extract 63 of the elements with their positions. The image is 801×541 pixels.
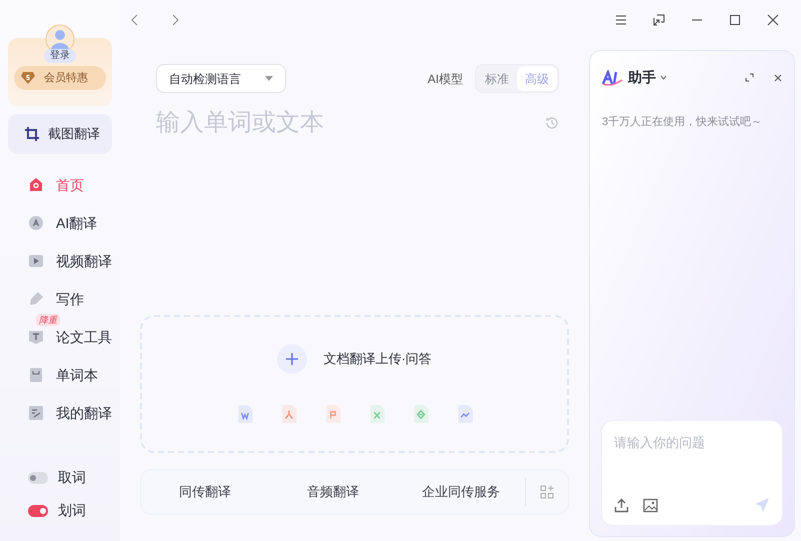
ai-logo-icon	[602, 70, 624, 86]
feature-tab[interactable]: 企业同传服务	[397, 482, 525, 502]
close-icon	[767, 14, 779, 26]
assistant-title: 助手	[628, 68, 656, 87]
caret-icon	[265, 76, 273, 81]
ai-icon	[28, 215, 44, 231]
upload-icon	[614, 498, 629, 512]
history-icon	[545, 116, 559, 130]
image-file-icon	[456, 404, 474, 424]
question-box[interactable]: 请输入你的问题	[601, 420, 783, 526]
forward-icon	[170, 14, 180, 26]
home-icon	[28, 177, 44, 193]
nav-item[interactable]: 我的翻译	[0, 394, 120, 432]
nav-label: 视频翻译	[56, 252, 112, 270]
nav-item[interactable]: 单词本	[0, 356, 120, 394]
upload-label: 文档翻译上传·问答	[323, 350, 432, 368]
assistant-hint: 3千万人正在使用，快来试试吧～	[602, 115, 764, 130]
ppt-file-icon	[324, 404, 342, 424]
toggle-label: 划词	[58, 501, 86, 520]
restore-window-icon	[653, 14, 665, 26]
apps-icon	[540, 485, 554, 499]
write-icon	[28, 291, 44, 307]
pdf-file-icon	[280, 404, 298, 424]
nav-item[interactable]: AI翻译	[0, 204, 120, 242]
maximize-icon	[729, 14, 741, 26]
menu-icon	[615, 14, 627, 26]
nav-label: 写作	[56, 290, 84, 308]
language-dropdown[interactable]: 自动检测语言	[156, 64, 286, 93]
chevron-down-icon	[660, 75, 667, 80]
send-icon	[754, 497, 770, 513]
crop-icon	[24, 126, 40, 142]
paper-icon	[28, 329, 44, 345]
diamond-icon	[20, 71, 36, 85]
vip-button[interactable]: 会员特惠	[14, 66, 106, 90]
toggle-label: 取词	[58, 468, 86, 487]
screenshot-translate-button[interactable]: 截图翻译	[8, 114, 112, 154]
nav-item[interactable]: 视频翻译	[0, 242, 120, 280]
nav-label: 首页	[56, 176, 84, 194]
back-icon	[130, 14, 140, 26]
nav-label: AI翻译	[56, 214, 98, 232]
image-icon	[643, 498, 658, 512]
feature-tab[interactable]: 同传翻译	[141, 482, 269, 502]
upload-area[interactable]: 文档翻译上传·问答	[140, 315, 569, 453]
word-file-icon	[236, 404, 254, 424]
plus-icon	[286, 353, 298, 365]
words-icon	[28, 367, 44, 383]
excel-file-icon	[368, 404, 386, 424]
mine-icon	[28, 405, 44, 421]
login-label[interactable]: 登录	[44, 49, 76, 63]
nav-label: 我的翻译	[56, 404, 112, 422]
toggle-switch[interactable]	[28, 472, 48, 484]
expand-icon	[745, 73, 754, 82]
epub-file-icon	[412, 404, 430, 424]
feature-tab[interactable]: 音频翻译	[269, 482, 397, 502]
toggle-switch[interactable]	[28, 504, 48, 516]
video-icon	[28, 253, 44, 269]
close-icon	[774, 74, 782, 82]
question-input[interactable]: 请输入你的问题	[614, 433, 770, 453]
nav-label: 论文工具	[56, 328, 112, 346]
add-file-button[interactable]	[277, 344, 308, 374]
nav-label: 单词本	[56, 366, 98, 384]
model-label: AI模型	[428, 70, 463, 88]
nav-badge: 降重	[36, 314, 60, 326]
